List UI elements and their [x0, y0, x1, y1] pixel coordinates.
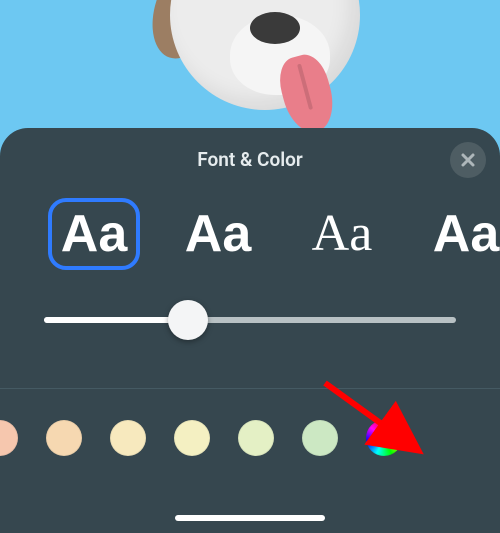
font-option-2[interactable]: Aa	[296, 198, 388, 270]
color-wheel-button[interactable]	[366, 420, 402, 456]
color-swatch-mint[interactable]	[302, 420, 338, 456]
sheet-header: Font & Color	[0, 128, 500, 190]
close-icon	[460, 152, 476, 168]
color-swatch-row	[0, 413, 500, 463]
color-swatch-pale-green[interactable]	[238, 420, 274, 456]
screen: Font & Color Aa Aa Aa Aa	[0, 0, 500, 533]
font-sample-label: Aa	[61, 208, 127, 260]
font-color-sheet: Font & Color Aa Aa Aa Aa	[0, 128, 500, 533]
font-options-row: Aa Aa Aa Aa	[0, 190, 500, 270]
font-sample-label: Aa	[312, 208, 373, 260]
font-size-slider[interactable]	[44, 300, 456, 340]
font-option-0[interactable]: Aa	[48, 198, 140, 270]
color-swatch-cream-yellow[interactable]	[174, 420, 210, 456]
section-divider	[0, 388, 500, 389]
color-swatch-light-orange[interactable]	[46, 420, 82, 456]
avatar-nose	[250, 12, 300, 44]
color-swatch-pale-yellow[interactable]	[110, 420, 146, 456]
font-option-3[interactable]: Aa	[420, 198, 500, 270]
slider-thumb[interactable]	[168, 300, 208, 340]
sheet-title: Font & Color	[197, 148, 302, 171]
font-option-1[interactable]: Aa	[172, 198, 264, 270]
close-button[interactable]	[450, 142, 486, 178]
slider-fill	[44, 317, 188, 323]
font-sample-label: Aa	[433, 208, 499, 260]
home-indicator[interactable]	[175, 515, 325, 521]
font-sample-label: Aa	[185, 208, 251, 260]
color-swatch-peach[interactable]	[0, 420, 18, 456]
